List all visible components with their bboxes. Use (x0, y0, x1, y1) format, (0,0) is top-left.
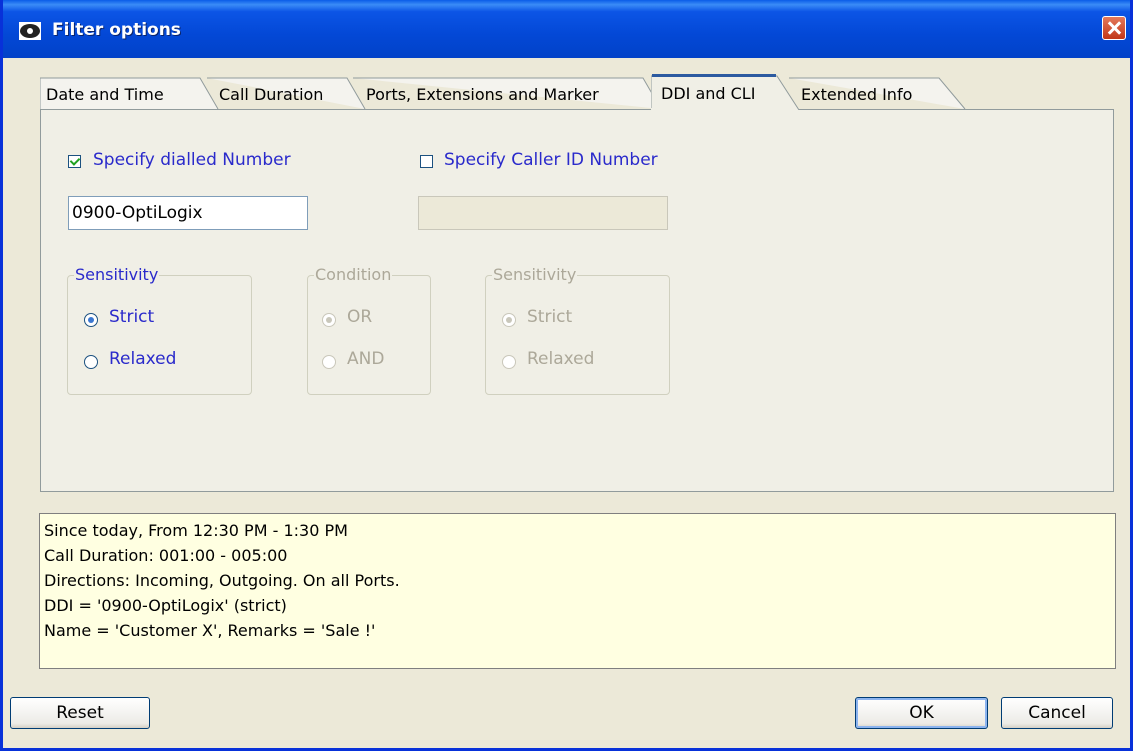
specify-dialled-number-checkbox[interactable] (68, 155, 81, 168)
specify-dialled-number-label[interactable]: Specify dialled Number (93, 150, 291, 170)
ddi-strict-label[interactable]: Strict (109, 307, 154, 327)
tab-label: Extended Info (801, 85, 913, 104)
cli-relaxed-radio[interactable] (502, 355, 516, 369)
condition-and-label[interactable]: AND (347, 349, 384, 369)
condition-or-label[interactable]: OR (347, 307, 372, 327)
cli-relaxed-label[interactable]: Relaxed (527, 349, 594, 369)
dialled-number-input[interactable] (68, 196, 308, 230)
filter-summary-box[interactable]: Since today, From 12:30 PM - 1:30 PM Cal… (39, 513, 1116, 669)
cli-strict-radio[interactable] (502, 313, 516, 327)
cli-strict-label[interactable]: Strict (527, 307, 572, 327)
ok-button[interactable]: OK (855, 697, 988, 729)
summary-line: Call Duration: 001:00 - 005:00 (44, 546, 288, 565)
ddi-strict-radio[interactable] (84, 313, 98, 327)
ddi-sensitivity-group: Sensitivity Strict Relaxed (67, 265, 252, 395)
condition-or-radio[interactable] (322, 313, 336, 327)
summary-line: DDI = '0900-OptiLogix' (strict) (44, 596, 287, 615)
ddi-relaxed-radio[interactable] (84, 355, 98, 369)
tab-extended-info[interactable]: Extended Info (789, 76, 969, 110)
tab-call-duration[interactable]: Call Duration (207, 76, 367, 110)
tab-label: Ports, Extensions and Marker (366, 85, 599, 104)
title-bar[interactable]: Filter options (3, 0, 1130, 58)
summary-line: Since today, From 12:30 PM - 1:30 PM (44, 521, 348, 540)
close-button[interactable] (1102, 16, 1126, 40)
caller-id-input[interactable] (418, 196, 668, 230)
filter-options-dialog: Filter options Date and Time Call Durati… (0, 0, 1133, 751)
eye-app-icon (19, 22, 41, 40)
reset-button[interactable]: Reset (10, 697, 150, 729)
ddi-relaxed-label[interactable]: Relaxed (109, 349, 176, 369)
condition-group: Condition OR AND (307, 265, 431, 395)
tab-ddi-and-cli[interactable]: DDI and CLI (651, 72, 801, 110)
cli-sensitivity-group: Sensitivity Strict Relaxed (485, 265, 670, 395)
tab-label: Call Duration (219, 85, 324, 104)
tab-date-and-time[interactable]: Date and Time (40, 76, 220, 110)
tab-label: Date and Time (46, 85, 164, 104)
tab-ports-extensions-marker[interactable]: Ports, Extensions and Marker (353, 76, 663, 110)
cancel-button[interactable]: Cancel (1001, 697, 1113, 729)
tab-label: DDI and CLI (661, 84, 756, 103)
specify-caller-id-checkbox[interactable] (420, 155, 433, 168)
specify-caller-id-label[interactable]: Specify Caller ID Number (444, 150, 658, 170)
condition-and-radio[interactable] (322, 355, 336, 369)
tab-panel-ddi-cli: Specify dialled Number Specify Caller ID… (40, 109, 1114, 492)
ddi-sensitivity-title: Sensitivity (74, 265, 160, 284)
window-title: Filter options (52, 20, 181, 40)
summary-line: Name = 'Customer X', Remarks = 'Sale !' (44, 621, 376, 640)
summary-line: Directions: Incoming, Outgoing. On all P… (44, 571, 400, 590)
cli-sensitivity-title: Sensitivity (492, 265, 578, 284)
condition-title: Condition (314, 265, 393, 284)
